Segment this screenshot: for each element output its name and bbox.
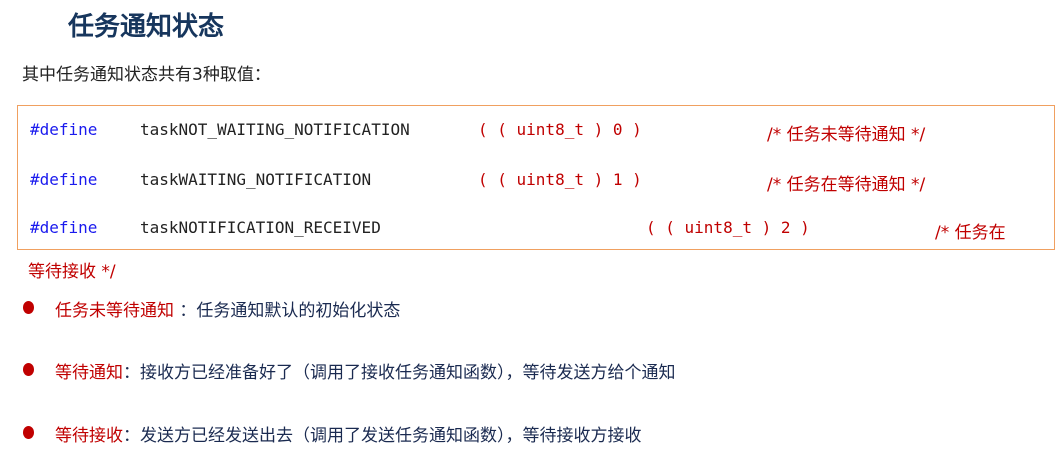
bullet-icon (23, 363, 34, 376)
define-value: ( ( uint8_t ) 1 ) (478, 170, 642, 189)
bullet-term: 等待通知 (55, 363, 123, 383)
bullet-icon (23, 426, 34, 439)
bullet-item: 等待接收：发送方已经发送出去（调用了发送任务通知函数），等待接收方接收 (55, 421, 642, 446)
define-value: ( ( uint8_t ) 2 ) (646, 218, 810, 237)
define-keyword: #define (30, 120, 98, 139)
define-name: taskWAITING_NOTIFICATION (140, 170, 372, 189)
bullet-desc: ：任务通知默认的初始化状态 (174, 301, 401, 321)
define-name: taskNOT_WAITING_NOTIFICATION (140, 120, 410, 139)
page-title: 任务通知状态 (68, 12, 225, 42)
bullet-term: 任务未等待通知 (55, 301, 174, 321)
define-comment: /* 任务在 (935, 223, 1006, 243)
define-comment: /* 任务未等待通知 */ (767, 125, 926, 145)
bullet-item: 等待通知：接收方已经准备好了（调用了接收任务通知函数），等待发送方给个通知 (55, 358, 676, 383)
bullet-desc: ：发送方已经发送出去（调用了发送任务通知函数），等待接收方接收 (123, 426, 642, 446)
bullet-icon (23, 301, 34, 314)
bullet-item: 任务未等待通知 ：任务通知默认的初始化状态 (55, 296, 400, 321)
bullet-desc: ：接收方已经准备好了（调用了接收任务通知函数），等待发送方给个通知 (123, 363, 676, 383)
define-keyword: #define (30, 218, 98, 237)
define-comment: /* 任务在等待通知 */ (767, 175, 926, 195)
comment-overflow: 等待接收 */ (28, 262, 116, 282)
bullet-term: 等待接收 (55, 426, 123, 446)
define-value: ( ( uint8_t ) 0 ) (478, 120, 642, 139)
intro-text: 其中任务通知状态共有3种取值： (22, 65, 271, 85)
define-name: taskNOTIFICATION_RECEIVED (140, 218, 381, 237)
define-keyword: #define (30, 170, 98, 189)
